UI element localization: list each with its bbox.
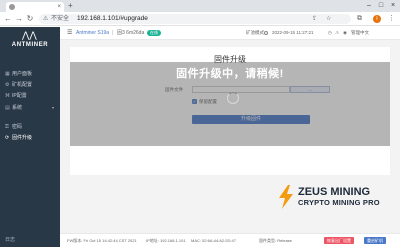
header-separator: | bbox=[112, 30, 114, 36]
window-close-button[interactable]: × bbox=[388, 0, 398, 11]
sidebar-item-label: IP配置 bbox=[12, 93, 27, 99]
reload-button[interactable]: ↻ bbox=[25, 13, 35, 25]
reboot-button[interactable]: 重启矿机 bbox=[364, 237, 386, 244]
sidebar-item-ip-config[interactable]: ⌘ IP配置 bbox=[0, 91, 60, 101]
miner-model: Antminer S19a bbox=[76, 30, 110, 36]
logo-icon: ⋀⋀ bbox=[22, 30, 37, 40]
language-icon[interactable]: ◉ bbox=[343, 27, 347, 39]
warning-icon[interactable]: ⚠ bbox=[43, 15, 48, 23]
miner-runtime: 固3 6m26da bbox=[117, 30, 145, 36]
sidebar-item-label: 用户面板 bbox=[12, 71, 33, 77]
watermark-brand: ZEUS MINING bbox=[298, 186, 371, 198]
sidebar-item-label: 密码 bbox=[12, 124, 23, 130]
avatar[interactable]: I bbox=[373, 15, 381, 23]
share-icon[interactable]: ⇪ bbox=[312, 14, 317, 24]
lightning-bolt-icon bbox=[279, 185, 293, 209]
loading-overlay: 固件升级中，请稍候! bbox=[70, 62, 390, 146]
chevron-down-icon: ▾ bbox=[51, 105, 54, 110]
sidebar: ⋀⋀ ANTMINER ▦ 用户面板 ⚙ 矿机配置 ⌘ IP配置 ▤ 系统 ▾ … bbox=[0, 27, 60, 247]
browser-tab[interactable]: × bbox=[6, 2, 64, 12]
minimize-button[interactable]: – bbox=[364, 0, 374, 11]
sidebar-item-dashboard[interactable]: ▦ 用户面板 bbox=[0, 69, 60, 79]
browser-window: × + – □ × ← → ↻ ⚠ 不安全 192.168.1.101/#upg… bbox=[0, 0, 400, 247]
extensions-icon[interactable]: ⧉ bbox=[357, 13, 362, 25]
firmware-version: FW版本: Fri Oct 15 14:42:44 CST 2021 bbox=[67, 238, 137, 243]
back-button[interactable]: ← bbox=[3, 13, 13, 25]
sidebar-footer-log[interactable]: 日志 bbox=[5, 236, 15, 244]
network-icon: ⌘ bbox=[5, 93, 10, 99]
ip-address: IP地址: 192.168.1.101 bbox=[146, 238, 186, 243]
upgrade-icon: ⟳ bbox=[5, 135, 10, 141]
content-header: ☰ Antminer S19a | 固3 6m26da 在线 矿池模式 2022… bbox=[60, 27, 400, 40]
loading-spinner-icon bbox=[227, 92, 239, 104]
datetime-display: 2022-09-15 11:27:21 bbox=[272, 30, 314, 35]
status-footer: FW版本: Fri Oct 15 14:42:44 CST 2021 IP地址:… bbox=[60, 233, 400, 247]
watermark-tagline: CRYPTO MINING PRO bbox=[298, 198, 380, 207]
logo: ⋀⋀ ANTMINER bbox=[5, 30, 55, 52]
dashboard-icon: ▦ bbox=[5, 71, 10, 77]
factory-reset-button[interactable]: 恢复出厂设置 bbox=[324, 237, 354, 244]
watermark: ZEUS MINING CRYPTO MINING PRO bbox=[276, 184, 396, 210]
user-menu[interactable]: 管理中文 bbox=[351, 27, 369, 39]
sidebar-item-label: 固件升级 bbox=[12, 135, 33, 141]
mode-toggle[interactable] bbox=[264, 31, 268, 35]
sidebar-item-label: 矿机配置 bbox=[12, 82, 33, 88]
upgrading-message: 固件升级中，请稍候! bbox=[176, 68, 284, 80]
system-icon: ▤ bbox=[5, 105, 10, 111]
url-text[interactable]: 192.168.1.101/#upgrade bbox=[77, 14, 148, 24]
sidebar-item-miner-config[interactable]: ⚙ 矿机配置 bbox=[0, 80, 60, 90]
clock-icon: ◷ bbox=[328, 30, 332, 35]
mac-address: MAC: 52:6A:44:A2:2D:47 bbox=[191, 238, 236, 243]
maximize-button[interactable]: □ bbox=[376, 0, 386, 11]
sidebar-item-system[interactable]: ▤ 系统 ▾ bbox=[0, 103, 60, 113]
address-bar[interactable]: ⚠ 不安全 192.168.1.101/#upgrade ⇪ ☆ bbox=[39, 14, 351, 24]
config-icon: ⚙ bbox=[5, 82, 10, 88]
browser-toolbar: ← → ↻ ⚠ 不安全 192.168.1.101/#upgrade ⇪ ☆ ⧉… bbox=[0, 12, 400, 26]
mode-label: 矿池模式 bbox=[246, 30, 264, 35]
security-status[interactable]: 不安全 bbox=[51, 14, 69, 24]
build-type: 固件类型: Release bbox=[259, 238, 292, 243]
favicon-icon bbox=[9, 4, 15, 10]
sidebar-item-firmware-upgrade[interactable]: ⟳ 固件升级 bbox=[0, 133, 60, 143]
tab-strip: × + – □ × bbox=[0, 0, 400, 12]
lock-icon: ⚿ bbox=[5, 124, 9, 130]
sidebar-item-password[interactable]: ⚿ 密码 bbox=[0, 122, 60, 132]
menu-kebab-icon[interactable]: ⋮ bbox=[388, 13, 395, 25]
forward-button[interactable]: → bbox=[14, 13, 24, 25]
tab-close-icon[interactable]: × bbox=[57, 2, 61, 12]
status-badge: 在线 bbox=[147, 30, 161, 36]
sidebar-item-label: 系统 bbox=[12, 105, 23, 111]
logo-text: ANTMINER bbox=[11, 42, 49, 48]
alert-icon[interactable]: ⚠ bbox=[335, 27, 339, 39]
bookmark-star-icon[interactable]: ☆ bbox=[326, 14, 331, 24]
new-tab-button[interactable]: + bbox=[68, 1, 73, 11]
hamburger-menu-icon[interactable]: ☰ bbox=[67, 27, 72, 39]
